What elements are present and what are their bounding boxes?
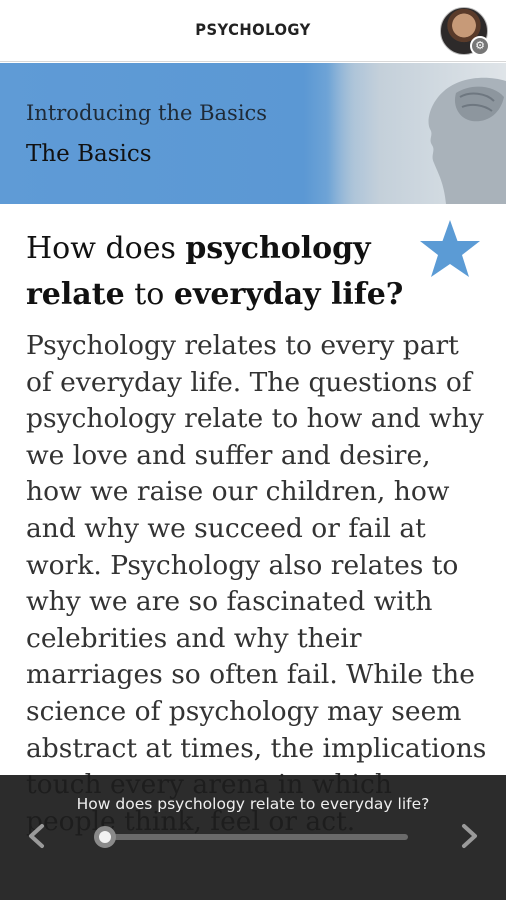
top-bar: PSYCHOLOGY ⚙ bbox=[0, 0, 506, 62]
current-question-caption: How does psychology relate to everyday l… bbox=[76, 795, 430, 813]
question-heading: How does psychology relate to everyday l… bbox=[26, 231, 404, 312]
star-icon[interactable] bbox=[418, 218, 482, 280]
app-title: PSYCHOLOGY bbox=[195, 20, 311, 39]
lesson-banner: Introducing the Basics The Basics bbox=[0, 63, 506, 204]
chevron-right-icon[interactable] bbox=[454, 819, 484, 853]
progress-slider-handle[interactable] bbox=[94, 826, 116, 848]
progress-slider-track[interactable] bbox=[104, 834, 408, 840]
lesson-subtitle: Introducing the Basics bbox=[26, 101, 268, 125]
head-brain-illustration bbox=[326, 63, 506, 204]
chevron-left-icon[interactable] bbox=[22, 819, 52, 853]
avatar-settings-icon[interactable]: ⚙ bbox=[470, 36, 490, 56]
article-body: Psychology relates to every part of ever… bbox=[26, 330, 487, 837]
lesson-title: The Basics bbox=[26, 141, 152, 167]
bottom-navigation: How does psychology relate to everyday l… bbox=[0, 775, 506, 900]
